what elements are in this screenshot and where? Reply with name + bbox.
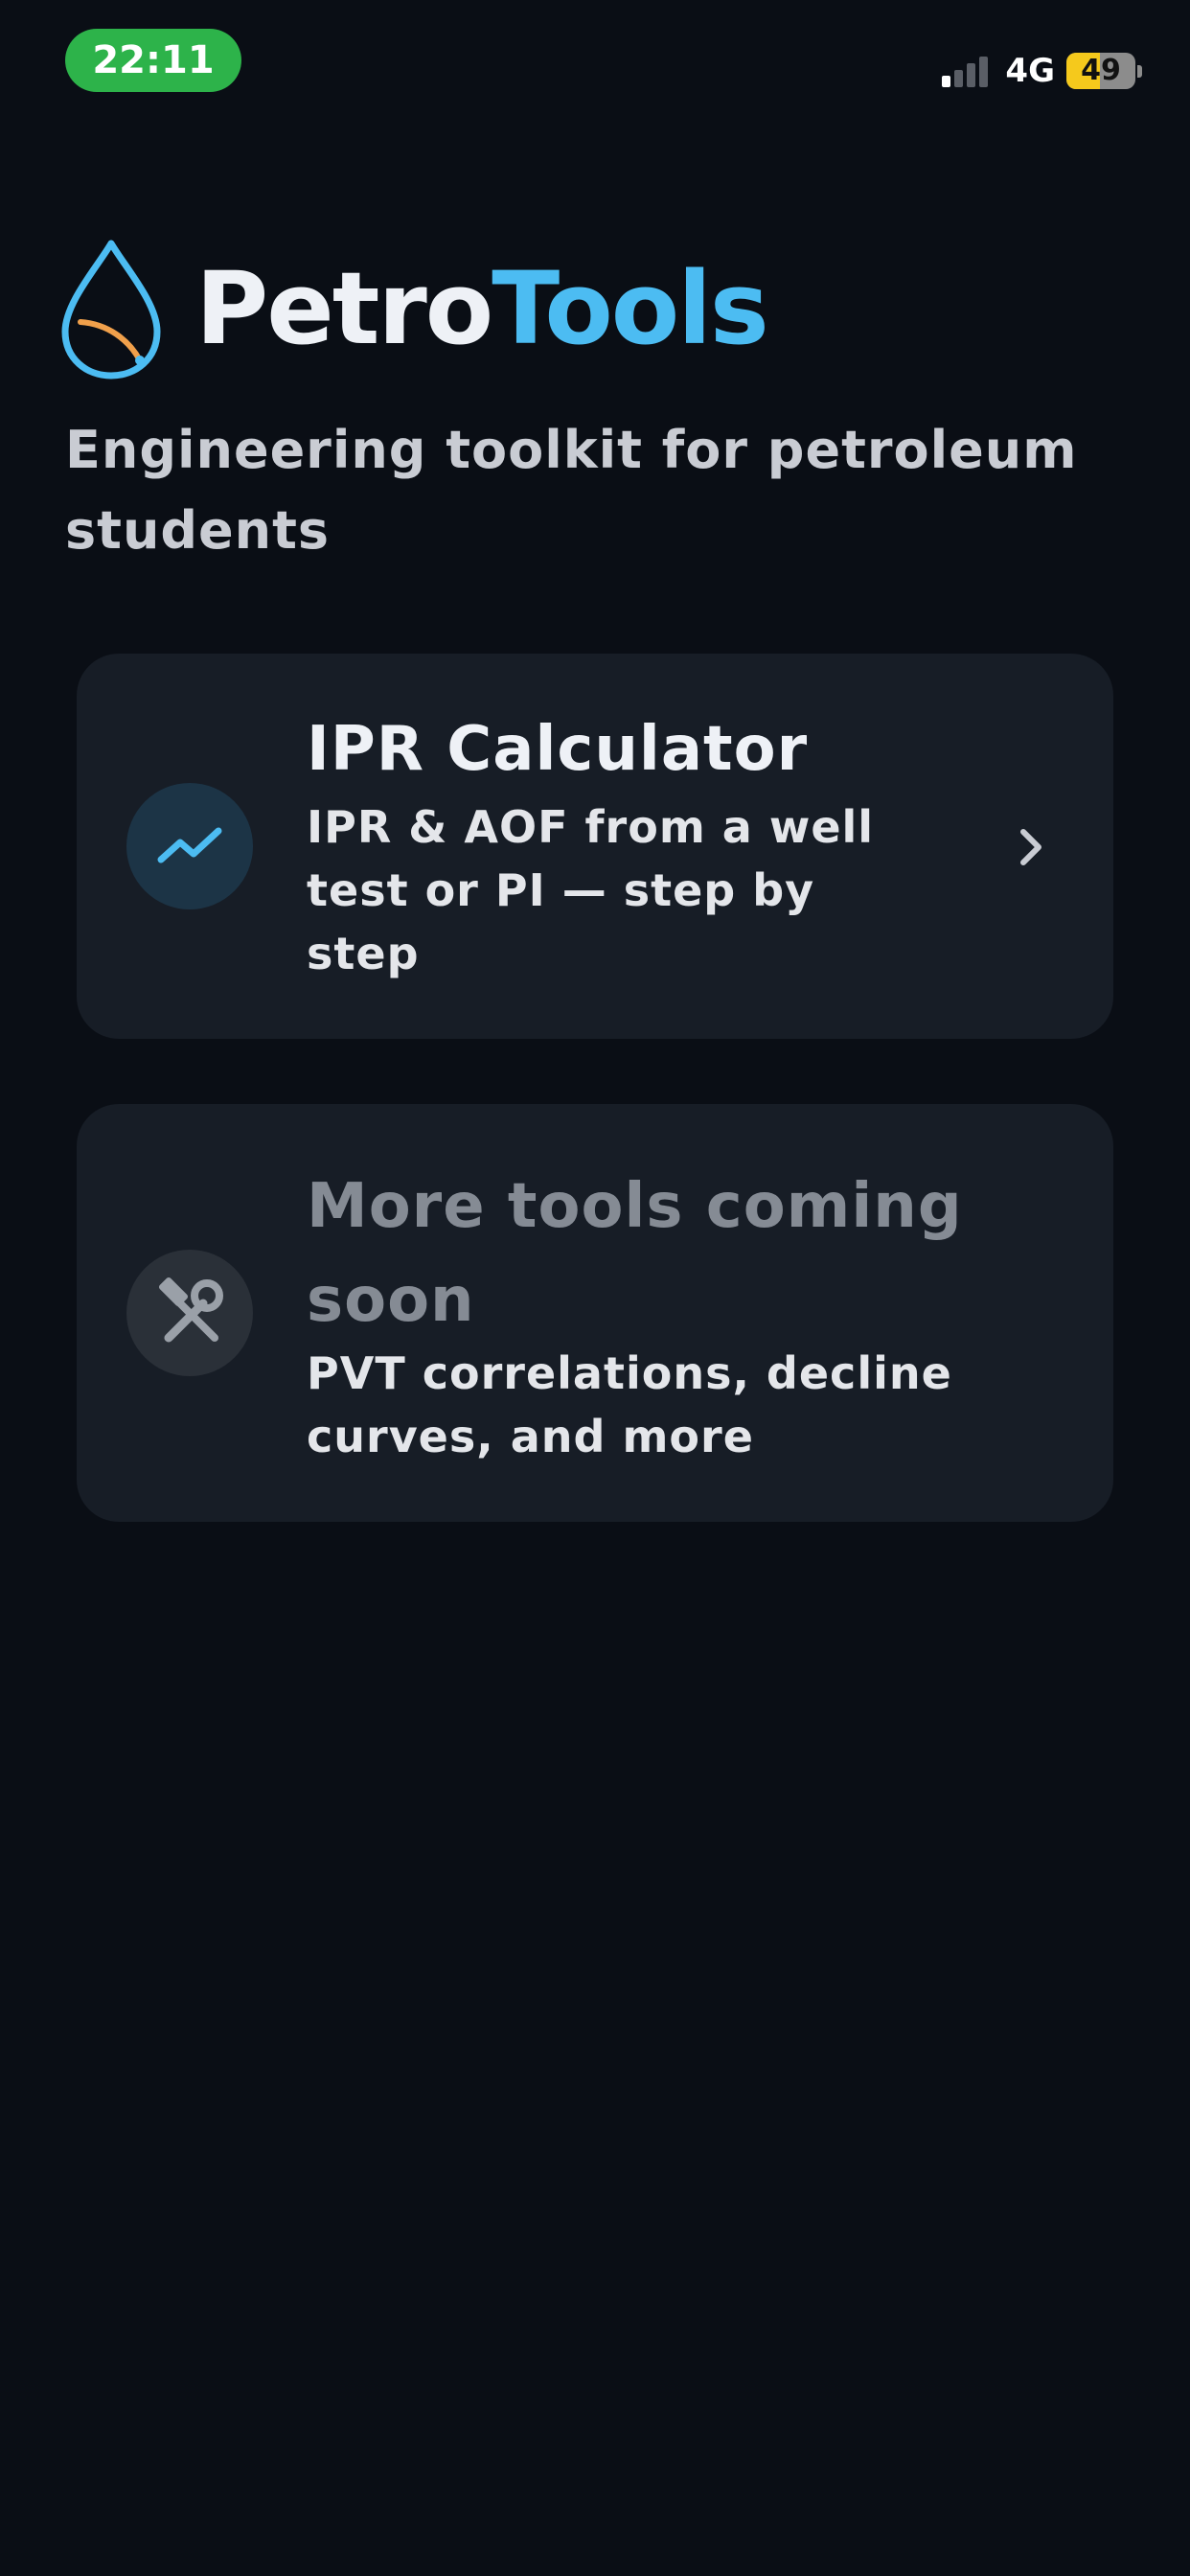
- more-tools-icon-badge: [126, 1250, 253, 1376]
- signal-strength-icon: [942, 55, 992, 87]
- ipr-calculator-card[interactable]: IPR Calculator IPR & AOF from a well tes…: [77, 654, 1113, 1039]
- more-tools-description: PVT correlations, decline curves, and mo…: [307, 1347, 952, 1462]
- home-screen: 22:11 4G 49 PetroTools Engineering toolk…: [0, 0, 1190, 2576]
- trend-line-icon: [157, 827, 222, 863]
- hammer-wrench-icon: [158, 1276, 223, 1343]
- status-indicators: 4G 49: [942, 48, 1142, 94]
- battery-nub: [1137, 64, 1142, 78]
- battery-level: 49: [1081, 54, 1121, 87]
- app-title: PetroTools: [195, 250, 769, 367]
- ipr-calculator-title: IPR Calculator: [307, 714, 809, 785]
- more-tools-title: More tools coming soon: [307, 1171, 963, 1336]
- network-type: 4G: [1005, 52, 1055, 90]
- app-title-tools: Tools: [492, 250, 769, 367]
- ipr-icon-badge: [126, 783, 253, 909]
- more-tools-card: More tools coming soon PVT correlations,…: [77, 1104, 1113, 1522]
- status-time: 22:11: [65, 29, 241, 92]
- battery-icon: 49: [1066, 53, 1135, 89]
- oil-drop-gauge-icon: [61, 240, 161, 380]
- app-title-petro: Petro: [195, 250, 493, 367]
- app-tagline: Engineering toolkit for petroleum studen…: [65, 420, 1078, 561]
- chevron-right-icon: [1020, 829, 1041, 865]
- status-bar: 22:11 4G 49: [0, 0, 1190, 115]
- ipr-calculator-description: IPR & AOF from a well test or PI — step …: [307, 801, 875, 979]
